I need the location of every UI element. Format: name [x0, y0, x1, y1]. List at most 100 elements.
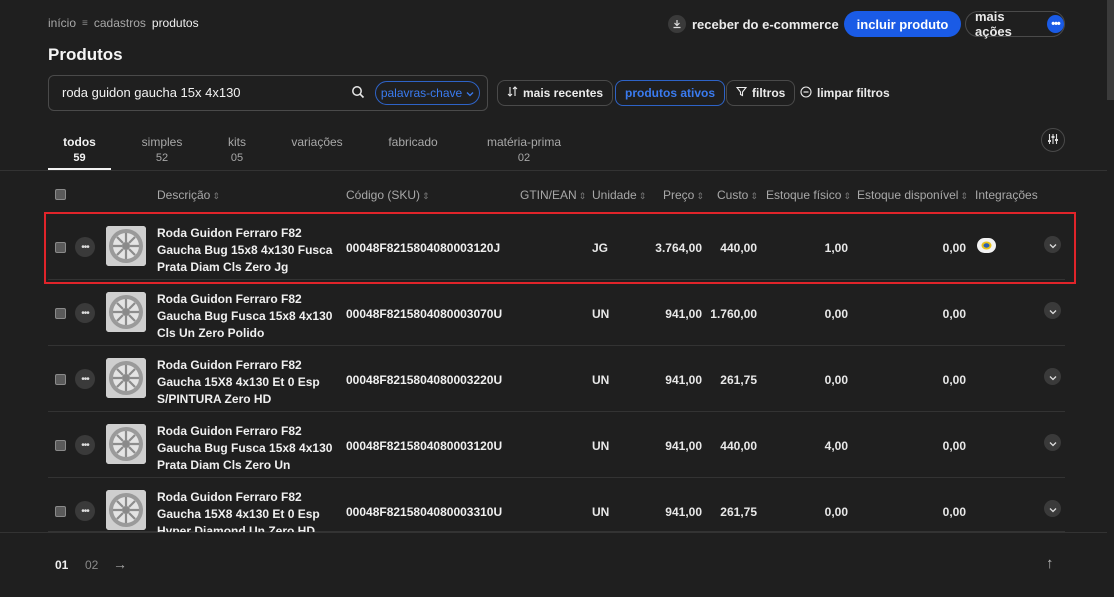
page-1-link[interactable]: 01: [55, 558, 68, 572]
sort-icon: ⇕: [843, 191, 851, 201]
receive-ecommerce-button[interactable]: receber do e-commerce: [668, 11, 839, 37]
chevron-down-icon: [1049, 435, 1057, 450]
product-description[interactable]: Roda Guidon Ferraro F82 Gaucha Bug Fusca…: [157, 291, 337, 342]
product-sku: 00048F8215804080003120U: [346, 439, 503, 453]
row-menu-button[interactable]: •••: [75, 369, 95, 389]
column-header-label: Preço: [663, 188, 695, 202]
row-checkbox[interactable]: [55, 308, 66, 319]
scroll-to-top-arrow-icon[interactable]: ↑: [1046, 555, 1054, 572]
row-checkbox[interactable]: [55, 440, 66, 451]
column-header-sku[interactable]: Código (SKU) ⇕: [346, 188, 430, 202]
column-header-cost[interactable]: Custo ⇕: [717, 188, 758, 202]
sort-icon: ⇕: [696, 191, 704, 201]
column-header-label: Custo: [717, 188, 749, 202]
sort-icon: ⇕: [960, 191, 968, 201]
table-row[interactable]: ••• Roda Guidon Ferraro F82 Gaucha Bug Fu…: [48, 280, 1065, 346]
tab-variacoes[interactable]: variações: [288, 134, 346, 150]
breadcrumb: início ≡ cadastros produtos: [48, 16, 199, 30]
tab-count: 05: [230, 152, 244, 164]
breadcrumb-section[interactable]: cadastros: [94, 16, 146, 30]
table-row[interactable]: ••• Roda Guidon Ferraro F82 Gaucha Bug Fu…: [48, 412, 1065, 478]
column-header-label: Estoque físico: [766, 188, 842, 202]
table-row[interactable]: ••• Roda Guidon Ferraro F82 Gaucha 15X8 4…: [48, 478, 1065, 538]
active-products-filter[interactable]: produtos ativos: [615, 80, 726, 106]
select-all-checkbox[interactable]: [55, 189, 66, 200]
tab-fabricado[interactable]: fabricado: [383, 134, 443, 150]
product-description[interactable]: Roda Guidon Ferraro F82 Gaucha 15X8 4x13…: [157, 357, 337, 408]
product-thumbnail: [106, 490, 146, 530]
sliders-icon: [1047, 133, 1059, 148]
row-checkbox[interactable]: [55, 374, 66, 385]
product-sku: 00048F8215804080003220U: [346, 373, 503, 387]
active-tab-indicator: [48, 168, 111, 170]
sort-recent-label: mais recentes: [523, 86, 604, 100]
column-header-label: Integrações: [975, 188, 1038, 202]
row-expand-button[interactable]: [1044, 368, 1061, 385]
include-product-button[interactable]: incluir produto: [844, 11, 961, 37]
product-cost: 261,75: [720, 373, 757, 387]
tab-todos[interactable]: todos 59: [58, 134, 101, 166]
product-description[interactable]: Roda Guidon Ferraro F82 Gaucha Bug Fusca…: [157, 423, 337, 474]
row-checkbox[interactable]: [55, 506, 66, 517]
chevron-down-icon: [1049, 369, 1057, 384]
chevron-down-icon: [466, 86, 474, 100]
column-header-stock[interactable]: Estoque físico ⇕: [766, 188, 851, 202]
tab-label: kits: [228, 135, 246, 149]
tab-label: fabricado: [388, 135, 438, 149]
filter-icon: [735, 86, 748, 100]
product-unit: UN: [592, 373, 610, 387]
product-unit: UN: [592, 505, 610, 519]
sort-icon: ⇕: [578, 191, 587, 201]
column-header-unit[interactable]: Unidade ⇕: [592, 188, 646, 202]
product-thumbnail: [106, 358, 146, 398]
row-expand-button[interactable]: [1044, 500, 1061, 517]
product-unit: UN: [592, 439, 610, 453]
tab-count: 59: [73, 152, 86, 164]
product-sku: 00048F8215804080003070U: [346, 307, 503, 321]
filters-button[interactable]: filtros: [726, 80, 796, 106]
product-cost: 1.760,00: [710, 307, 757, 321]
row-expand-button[interactable]: [1044, 434, 1061, 451]
clear-filters-button[interactable]: limpar filtros: [800, 80, 890, 106]
page-2-link[interactable]: 02: [85, 558, 98, 572]
row-menu-button[interactable]: •••: [75, 501, 95, 521]
next-page-arrow-icon[interactable]: →: [113, 556, 127, 572]
tab-materia-prima[interactable]: matéria-prima 02: [481, 134, 567, 166]
pagination-bar: [0, 533, 1114, 597]
breadcrumb-home[interactable]: início: [48, 16, 76, 30]
tab-label: matéria-prima: [486, 135, 561, 149]
search-mode-label: palavras-chave: [380, 86, 463, 100]
sort-recent-button[interactable]: mais recentes: [497, 80, 614, 106]
column-header-gtin[interactable]: GTIN/EAN ⇕: [520, 188, 586, 202]
column-header-description[interactable]: Descrição ⇕: [157, 188, 220, 202]
product-stock: 4,00: [824, 439, 848, 453]
tab-label: variações: [291, 135, 343, 149]
column-settings-button[interactable]: [1041, 128, 1065, 152]
scrollbar-thumb[interactable]: [1107, 0, 1114, 100]
sort-icon: ⇕: [638, 191, 647, 201]
product-available-stock: 0,00: [942, 373, 966, 387]
search-input[interactable]: [62, 85, 342, 100]
column-header-label: Estoque disponível: [857, 188, 959, 202]
filters-label: filtros: [752, 86, 786, 100]
active-products-label: produtos ativos: [625, 86, 716, 100]
product-thumbnail: [106, 292, 146, 332]
product-price: 941,00: [665, 307, 702, 321]
chevron-down-icon: [1049, 303, 1057, 318]
tab-simples[interactable]: simples 52: [136, 134, 188, 166]
ellipsis-icon: •••: [81, 373, 89, 385]
tab-kits[interactable]: kits 05: [222, 134, 252, 166]
search-icon[interactable]: [351, 85, 365, 99]
search-mode-select[interactable]: palavras-chave: [375, 81, 480, 105]
row-expand-button[interactable]: [1044, 302, 1061, 319]
sort-icon: ⇕: [750, 191, 758, 201]
table-row[interactable]: ••• Roda Guidon Ferraro F82 Gaucha 15X8 4…: [48, 346, 1065, 412]
column-header-price[interactable]: Preço ⇕: [663, 188, 704, 202]
sort-icon: ⇕: [212, 191, 220, 201]
row-menu-button[interactable]: •••: [75, 435, 95, 455]
product-price: 941,00: [665, 505, 702, 519]
column-header-available[interactable]: Estoque disponível ⇕: [857, 188, 968, 202]
page-scrollbar[interactable]: [1107, 0, 1114, 100]
row-menu-button[interactable]: •••: [75, 303, 95, 323]
more-actions-button[interactable]: mais ações •••: [965, 9, 1065, 39]
